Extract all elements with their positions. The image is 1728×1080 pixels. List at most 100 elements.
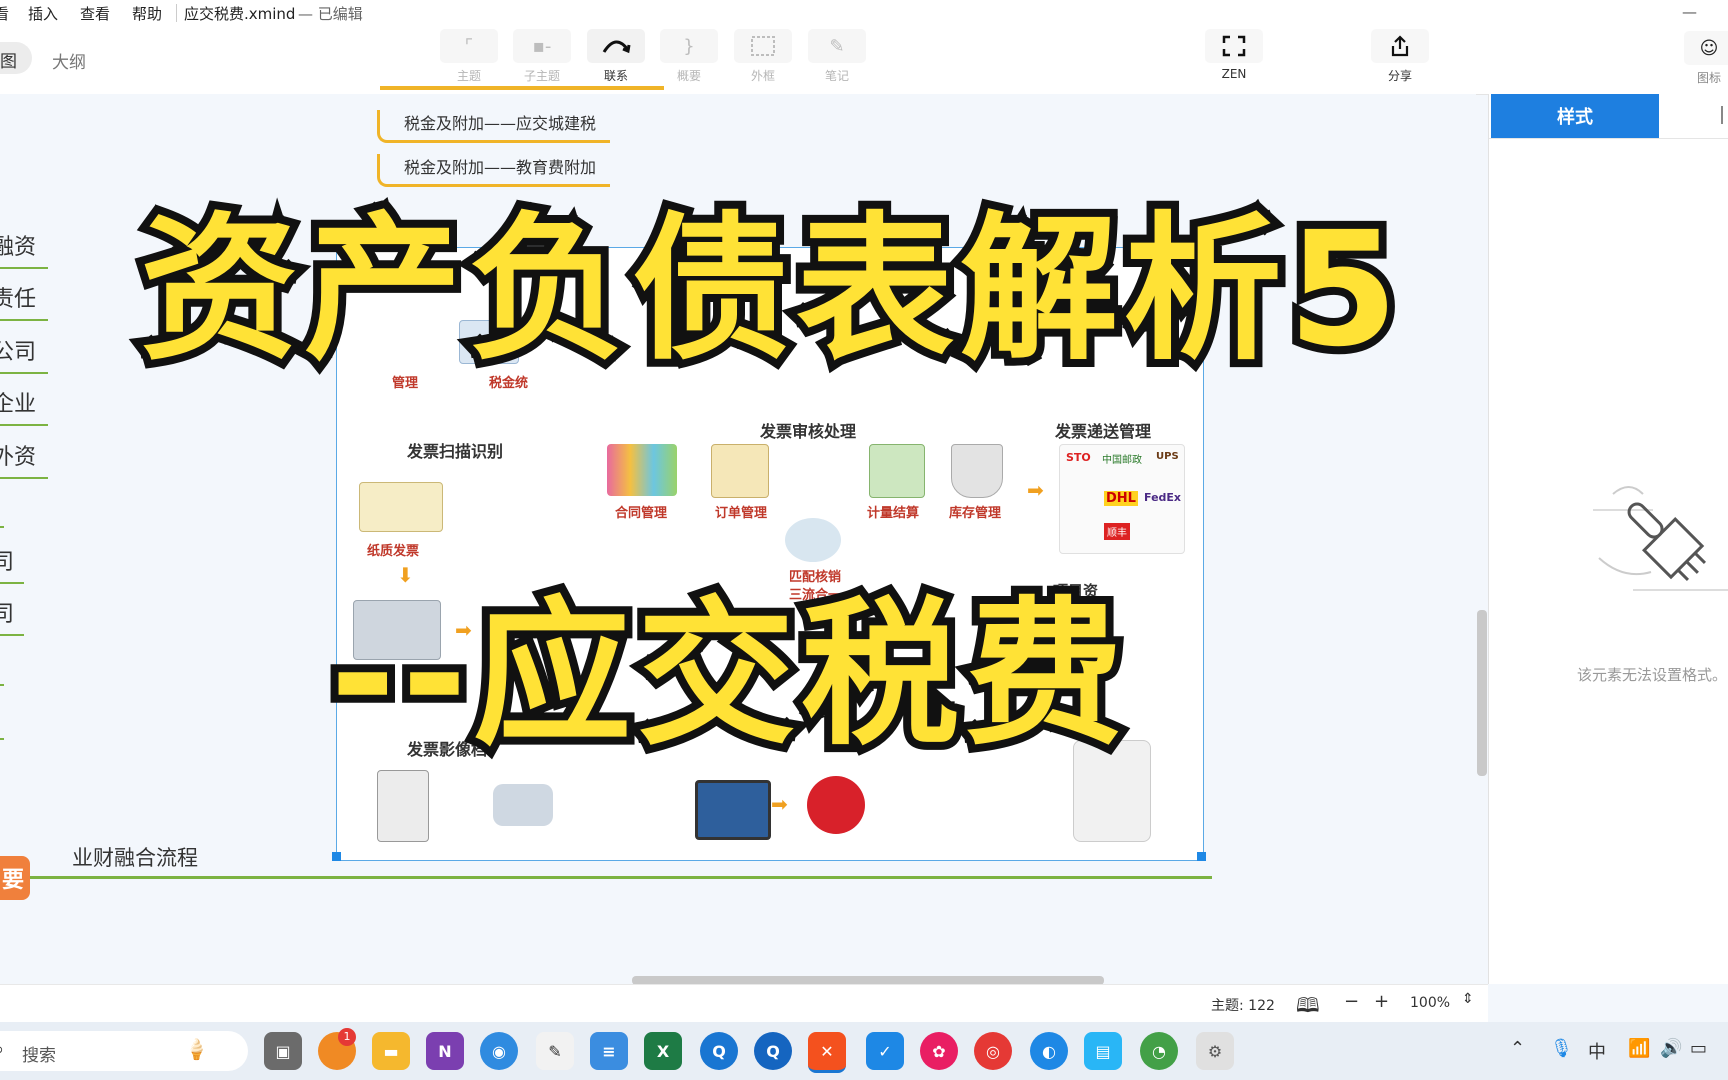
view-tab-map[interactable]: 图 [0,42,32,74]
menu-divider [176,4,177,22]
excel-icon[interactable]: X [644,1032,682,1070]
wechat-icon[interactable]: ◔ [1140,1032,1178,1070]
flow-label-inventory: 库存管理 [949,506,1002,521]
volume-icon[interactable]: 🔊 [1660,1038,1682,1059]
toolbar: 图 大纲 ⌜ 主题 ▪- 子主题 联系 } 概要 外框 ✎ 笔记 ZEN 分享 … [0,26,1728,95]
share-button[interactable]: 分享 [1371,29,1429,84]
music-icon[interactable]: ◎ [974,1032,1012,1070]
menu-help[interactable]: 帮助 [132,3,162,24]
app-q1-icon[interactable]: Q [700,1032,738,1070]
battery-icon[interactable]: ▭ [1690,1038,1707,1059]
app-q2-icon[interactable]: Q [754,1032,792,1070]
root-topic-label: 要 [1,868,24,893]
search-placeholder: 搜索 [22,1046,56,1066]
editor-icon[interactable]: ✎ [536,1032,574,1070]
zoom-level[interactable]: 100% [1410,995,1450,1011]
xmind-icon[interactable]: ✕ [808,1032,846,1073]
zen-label: ZEN [1221,67,1247,81]
subtopic-button[interactable]: ▪- 子主题 [513,29,571,84]
side-item-5[interactable]: 外资 [0,439,48,479]
root-topic[interactable]: 要 [0,856,30,900]
branch-education-surcharge[interactable]: 税金及附加——教育费附加 [377,154,611,187]
minimize-button[interactable]: — [1682,3,1697,21]
shield-icon[interactable]: ✓ [866,1032,904,1070]
side-item-4[interactable]: 企业 [0,386,48,426]
icon-label: 图标 [1696,71,1721,85]
ime-indicator[interactable]: 中 [1588,1038,1606,1064]
section-review: 发票审核处理 [760,422,857,441]
resize-handle-bottom-left[interactable] [332,852,341,861]
file-status: — 已编辑 [298,5,363,23]
side-item-6[interactable]: 司 [0,544,24,584]
bottom-topic-line [28,876,1212,879]
menu-insert[interactable]: 插入 [28,3,58,24]
resize-handle-bottom-right[interactable] [1197,852,1206,861]
status-bar: 主题: 122 🕮 − + 100% ⇕ [0,984,1488,1023]
side-item-2[interactable]: 责任 [0,281,48,321]
branch-urban-tax[interactable]: 税金及附加——应交城建税 [377,110,611,143]
note-label: 笔记 [824,69,849,83]
file-explorer-icon[interactable]: ▬ [372,1032,410,1070]
menu-view[interactable]: 查看 [80,3,110,24]
side-item-1[interactable]: 融资 [0,229,48,269]
carrier-ups: UPS [1156,451,1179,462]
paintbrush-icon [1593,486,1728,591]
topic-button[interactable]: ⌜ 主题 [440,29,498,84]
match-picture [785,518,841,562]
section-delivery: 发票递送管理 [1055,422,1152,441]
smiley-icon: ☺ [1684,31,1728,65]
icon-button[interactable]: ☺ 图标 [1684,31,1728,86]
side-item-3[interactable]: 公司 [0,334,48,374]
wifi-icon[interactable]: 📶 [1628,1038,1650,1059]
boundary-label: 外框 [750,69,775,83]
task-view-icon[interactable]: ▣ [264,1032,302,1070]
gear-icon[interactable]: ⚙ [1196,1032,1234,1070]
browser-icon[interactable]: ◉ [480,1032,518,1070]
panel-message: 该元素无法设置格式。 [1577,666,1728,684]
branch-urban-tax-label: 税金及附加——应交城建税 [404,114,597,133]
file-title: 应交税费.xmind [184,5,296,23]
side-item-7[interactable]: 司 [0,596,24,636]
vertical-scrollbar-track[interactable] [1462,94,1476,974]
carrier-sto: STO [1066,451,1091,464]
summary-icon: } [660,29,718,63]
zoom-in-button[interactable]: + [1374,991,1389,1012]
paper-invoice-picture [359,482,443,532]
side-stub-3 [0,738,4,740]
arrow-right-icon: ➡ [1027,478,1044,502]
flow-label-paper: 纸质发票 [367,544,420,559]
onenote-icon[interactable]: N [426,1032,464,1070]
carrier-post: 中国邮政 [1102,455,1142,466]
subtopic-label: 子主题 [523,69,560,83]
tab-style-label: 样式 [1557,107,1593,128]
app-board-icon[interactable]: ▤ [1084,1032,1122,1070]
summary-button[interactable]: } 概要 [660,29,718,84]
view-tab-outline[interactable]: 大纲 [52,48,86,73]
zen-button[interactable]: ZEN [1205,29,1263,81]
tab-style[interactable]: 样式 [1491,94,1659,138]
relationship-button[interactable]: 联系 [587,29,645,84]
menu-view-partial[interactable]: 看 [0,3,9,24]
microphone-icon[interactable]: 🎙 [1550,1038,1573,1059]
map-view-icon[interactable]: 🕮 [1296,991,1320,1025]
app-swirl-icon[interactable]: ◐ [1030,1032,1068,1070]
format-panel: 样式 该元素无法设置格式。 [1488,94,1728,984]
note-button[interactable]: ✎ 笔记 [808,29,866,84]
branch-education-surcharge-label: 税金及附加——教育费附加 [404,158,597,177]
vertical-scrollbar-thumb[interactable] [1477,610,1487,776]
share-label: 分享 [1387,69,1412,83]
chevron-up-icon[interactable]: ⌃ [1510,1038,1525,1059]
tab-canvas-partial[interactable] [1721,106,1728,124]
pinwheel-icon[interactable]: ✿ [920,1032,958,1070]
carrier-sf: 顺丰 [1104,523,1130,540]
boundary-button[interactable]: 外框 [734,29,792,84]
notepad-icon[interactable]: ≡ [590,1032,628,1070]
search-icon: ⌕ [0,1039,4,1060]
server-picture [377,770,429,842]
taskbar-search[interactable]: ⌕ 搜索 🍦 [0,1031,248,1071]
arrow-right-icon: ➡ [771,792,788,816]
zoom-stepper-icon[interactable]: ⇕ [1462,991,1474,1007]
zoom-out-button[interactable]: − [1344,991,1359,1012]
bottom-topic-label[interactable]: 业财融合流程 [72,842,198,872]
search-highlight-icon: 🍦 [184,1037,209,1061]
